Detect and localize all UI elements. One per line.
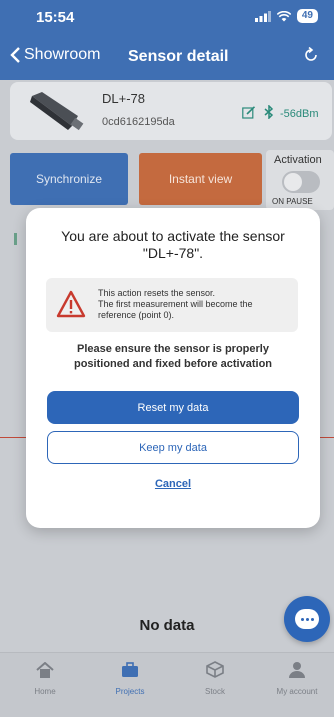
positioning-note: Please ensure the sensor is properly pos… — [44, 342, 302, 372]
activation-toggle[interactable] — [282, 171, 320, 193]
tab-projects[interactable]: Projects — [95, 661, 165, 696]
edit-icon[interactable] — [242, 106, 256, 122]
reference-line-right — [318, 437, 334, 438]
status-time: 15:54 — [36, 9, 75, 26]
home-icon — [10, 661, 80, 683]
note-line: Please ensure the sensor is properly — [77, 343, 269, 355]
status-bar: 15:54 49 — [0, 0, 334, 34]
wifi-icon — [276, 10, 291, 21]
synchronize-button[interactable]: Synchronize — [10, 153, 128, 205]
cancel-link[interactable]: Cancel — [47, 478, 299, 490]
warning-line: The first measurement will become the — [98, 299, 253, 309]
box-icon — [180, 661, 250, 683]
background-chart-mark — [14, 233, 17, 245]
activation-panel: Activation ON PAUSE — [266, 150, 334, 210]
tab-label: My account — [276, 687, 318, 696]
instant-view-button[interactable]: Instant view — [139, 153, 262, 205]
dialog-title: You are about to activate the sensor "DL… — [44, 228, 302, 262]
bluetooth-icon — [264, 104, 274, 122]
tab-home[interactable]: Home — [10, 661, 80, 696]
reference-line-left — [0, 437, 28, 438]
system-icons: 49 — [254, 9, 318, 23]
dialog-title-line: You are about to activate the sensor — [61, 228, 285, 244]
keep-my-data-button[interactable]: Keep my data — [47, 431, 299, 464]
header: 15:54 49 Showroom Sensor detail — [0, 0, 334, 80]
tab-label: Stock — [204, 687, 225, 696]
chevron-left-icon — [10, 47, 20, 63]
chat-button[interactable] — [284, 596, 330, 642]
note-line: positioned and fixed before activation — [73, 358, 273, 370]
toggle-knob — [284, 173, 302, 191]
sensor-signal-strength: -56dBm — [280, 108, 319, 120]
warning-triangle-icon — [56, 290, 86, 318]
user-icon — [262, 661, 332, 683]
chat-bubble-icon — [295, 609, 319, 629]
warning-box: This action resets the sensor. The first… — [46, 278, 298, 332]
back-label: Showroom — [24, 46, 101, 63]
activation-status: ON PAUSE — [272, 197, 313, 206]
activation-title: Activation — [274, 154, 322, 166]
page-title: Sensor detail — [128, 48, 229, 65]
sensor-device-image — [30, 92, 84, 131]
warning-text: This action resets the sensor. The first… — [98, 288, 294, 321]
warning-line: This action resets the sensor. — [98, 288, 216, 298]
screen: 15:54 49 Showroom Sensor detail DL+-78 0… — [0, 0, 334, 717]
sensor-id: 0cd6162195da — [102, 116, 175, 128]
tab-my-account[interactable]: My account — [262, 661, 332, 696]
battery-indicator: 49 — [296, 9, 318, 23]
bottom-tab-bar: Home Projects Stock My account — [0, 652, 334, 717]
activation-dialog: You are about to activate the sensor "DL… — [26, 208, 320, 528]
refresh-icon[interactable] — [304, 46, 318, 68]
sensor-name: DL+-78 — [102, 91, 145, 106]
warning-line: reference (point 0). — [98, 310, 175, 320]
reset-my-data-button[interactable]: Reset my data — [47, 391, 299, 424]
briefcase-icon — [95, 661, 165, 683]
signal-bars-icon — [254, 10, 271, 22]
tab-stock[interactable]: Stock — [180, 661, 250, 696]
nav-bar: Showroom Sensor detail — [0, 40, 334, 74]
tab-label: Home — [34, 687, 56, 696]
back-button[interactable]: Showroom — [10, 46, 100, 64]
sensor-card[interactable]: DL+-78 0cd6162195da -56dBm — [10, 82, 332, 140]
tab-label: Projects — [115, 687, 145, 696]
dialog-title-line: "DL+-78". — [142, 245, 204, 261]
